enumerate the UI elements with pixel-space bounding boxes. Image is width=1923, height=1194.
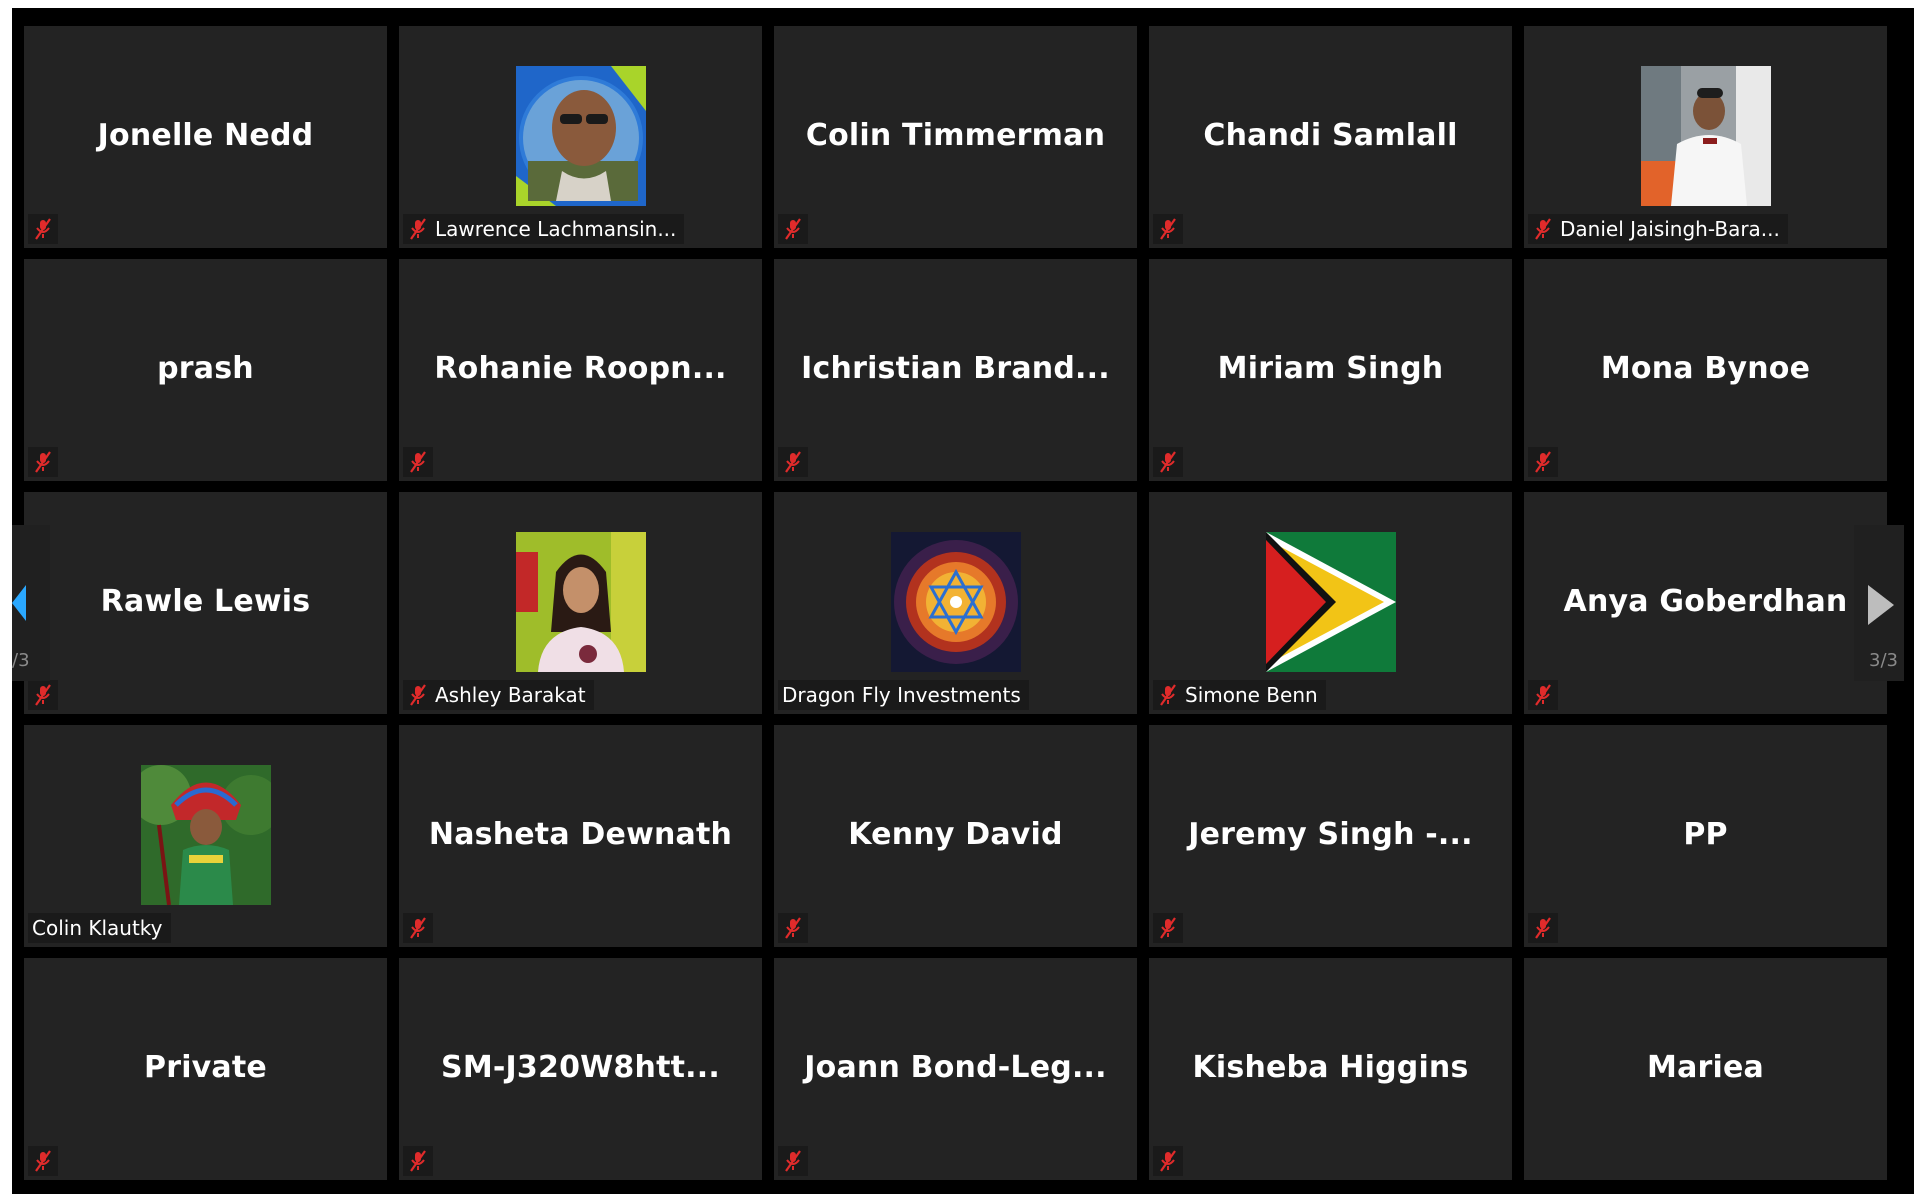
muted-mic-icon [778, 214, 808, 244]
muted-mic-icon [1528, 447, 1558, 477]
previous-page-button[interactable]: /3 [12, 525, 50, 681]
participant-label: Colin Klautky [28, 913, 171, 943]
participant-tile[interactable]: Jonelle Nedd [24, 26, 387, 248]
participant-name: Jeremy Singh -... [1188, 817, 1473, 852]
muted-mic-icon [1160, 684, 1176, 706]
muted-mic-icon [403, 447, 433, 477]
participant-name: Daniel Jaisingh-Bara... [1560, 217, 1780, 241]
muted-mic-icon [778, 447, 808, 477]
participant-name: Ichristian Brand... [801, 351, 1110, 386]
participant-tile[interactable]: Ichristian Brand... [774, 259, 1137, 481]
participant-name: Jonelle Nedd [97, 118, 314, 153]
participant-tile[interactable]: Simone Benn [1149, 492, 1512, 714]
participant-name: Mona Bynoe [1600, 351, 1811, 386]
participant-name: Kenny David [848, 817, 1063, 852]
muted-mic-icon [410, 218, 426, 240]
participant-name: Dragon Fly Investments [782, 683, 1021, 707]
left-arrow-icon [12, 585, 26, 621]
participant-name: Colin Klautky [32, 916, 163, 940]
participant-tile[interactable]: Rohanie Roopn... [399, 259, 762, 481]
avatar [1640, 66, 1771, 206]
muted-mic-icon [410, 684, 426, 706]
muted-mic-icon [778, 913, 808, 943]
muted-mic-icon [28, 1146, 58, 1176]
participant-label: Lawrence Lachmansin... [403, 214, 685, 244]
participant-tile[interactable]: Rawle Lewis [24, 492, 387, 714]
participant-name: Anya Goberdhan [1563, 584, 1848, 619]
participant-name: Nasheta Dewnath [428, 817, 733, 852]
participant-label: Dragon Fly Investments [778, 680, 1029, 710]
avatar [140, 765, 271, 905]
participant-name: Simone Benn [1185, 683, 1318, 707]
video-stage: Jonelle Nedd Lawrence Lachmansin... Coli… [12, 8, 1914, 1194]
participant-tile[interactable]: Kenny David [774, 725, 1137, 947]
participant-name: Ashley Barakat [435, 683, 586, 707]
page-indicator: 3/3 [1869, 650, 1898, 671]
participant-name: SM-J320W8htt... [441, 1050, 720, 1085]
muted-mic-icon [1153, 1146, 1183, 1176]
muted-mic-icon [403, 1146, 433, 1176]
muted-mic-icon [28, 447, 58, 477]
muted-mic-icon [28, 680, 58, 710]
muted-mic-icon [1153, 913, 1183, 943]
participant-tile[interactable]: Kisheba Higgins [1149, 958, 1512, 1180]
muted-mic-icon [1153, 214, 1183, 244]
participant-tile[interactable]: Mona Bynoe [1524, 259, 1887, 481]
next-page-button[interactable]: 3/3 [1854, 525, 1904, 681]
participant-name: Lawrence Lachmansin... [435, 217, 677, 241]
muted-mic-icon [1535, 218, 1551, 240]
participant-tile[interactable]: Nasheta Dewnath [399, 725, 762, 947]
participant-name: Private [144, 1050, 267, 1085]
avatar [515, 532, 646, 672]
muted-mic-icon [778, 1146, 808, 1176]
participant-name: prash [157, 351, 254, 386]
participant-name: Joann Bond-Leg... [804, 1050, 1107, 1085]
participant-name: Kisheba Higgins [1192, 1050, 1469, 1085]
avatar [890, 532, 1021, 672]
participant-tile[interactable]: Ashley Barakat [399, 492, 762, 714]
participant-label: Simone Benn [1153, 680, 1326, 710]
muted-mic-icon [1153, 447, 1183, 477]
participant-tile[interactable]: Miriam Singh [1149, 259, 1512, 481]
muted-mic-icon [403, 913, 433, 943]
participant-name: Miriam Singh [1217, 351, 1444, 386]
participant-tile[interactable]: Dragon Fly Investments [774, 492, 1137, 714]
participant-name: Chandi Samlall [1203, 118, 1458, 153]
participant-tile[interactable]: Anya Goberdhan [1524, 492, 1887, 714]
participant-tile[interactable]: Daniel Jaisingh-Bara... [1524, 26, 1887, 248]
participant-tile[interactable]: Chandi Samlall [1149, 26, 1512, 248]
participant-tile[interactable]: Private [24, 958, 387, 1180]
participant-name: Rohanie Roopn... [434, 351, 727, 386]
right-arrow-icon [1868, 585, 1894, 625]
participant-name: Mariea [1647, 1050, 1764, 1085]
participant-tile[interactable]: Colin Timmerman [774, 26, 1137, 248]
participant-name: PP [1683, 817, 1728, 852]
participant-tile[interactable]: Mariea [1524, 958, 1887, 1180]
muted-mic-icon [1528, 913, 1558, 943]
muted-mic-icon [1528, 680, 1558, 710]
muted-mic-icon [28, 214, 58, 244]
page-indicator: /3 [12, 650, 30, 671]
avatar [1265, 532, 1396, 672]
participant-tile[interactable]: Jeremy Singh -... [1149, 725, 1512, 947]
participant-tile[interactable]: PP [1524, 725, 1887, 947]
participant-label: Ashley Barakat [403, 680, 594, 710]
participant-name: Colin Timmerman [805, 118, 1106, 153]
participant-tile[interactable]: SM-J320W8htt... [399, 958, 762, 1180]
participant-tile[interactable]: Joann Bond-Leg... [774, 958, 1137, 1180]
participant-label: Daniel Jaisingh-Bara... [1528, 214, 1788, 244]
gallery-grid: Jonelle Nedd Lawrence Lachmansin... Coli… [24, 26, 1900, 1180]
avatar [515, 66, 646, 206]
participant-tile[interactable]: prash [24, 259, 387, 481]
participant-tile[interactable]: Lawrence Lachmansin... [399, 26, 762, 248]
participant-tile[interactable]: Colin Klautky [24, 725, 387, 947]
participant-name: Rawle Lewis [100, 584, 311, 619]
